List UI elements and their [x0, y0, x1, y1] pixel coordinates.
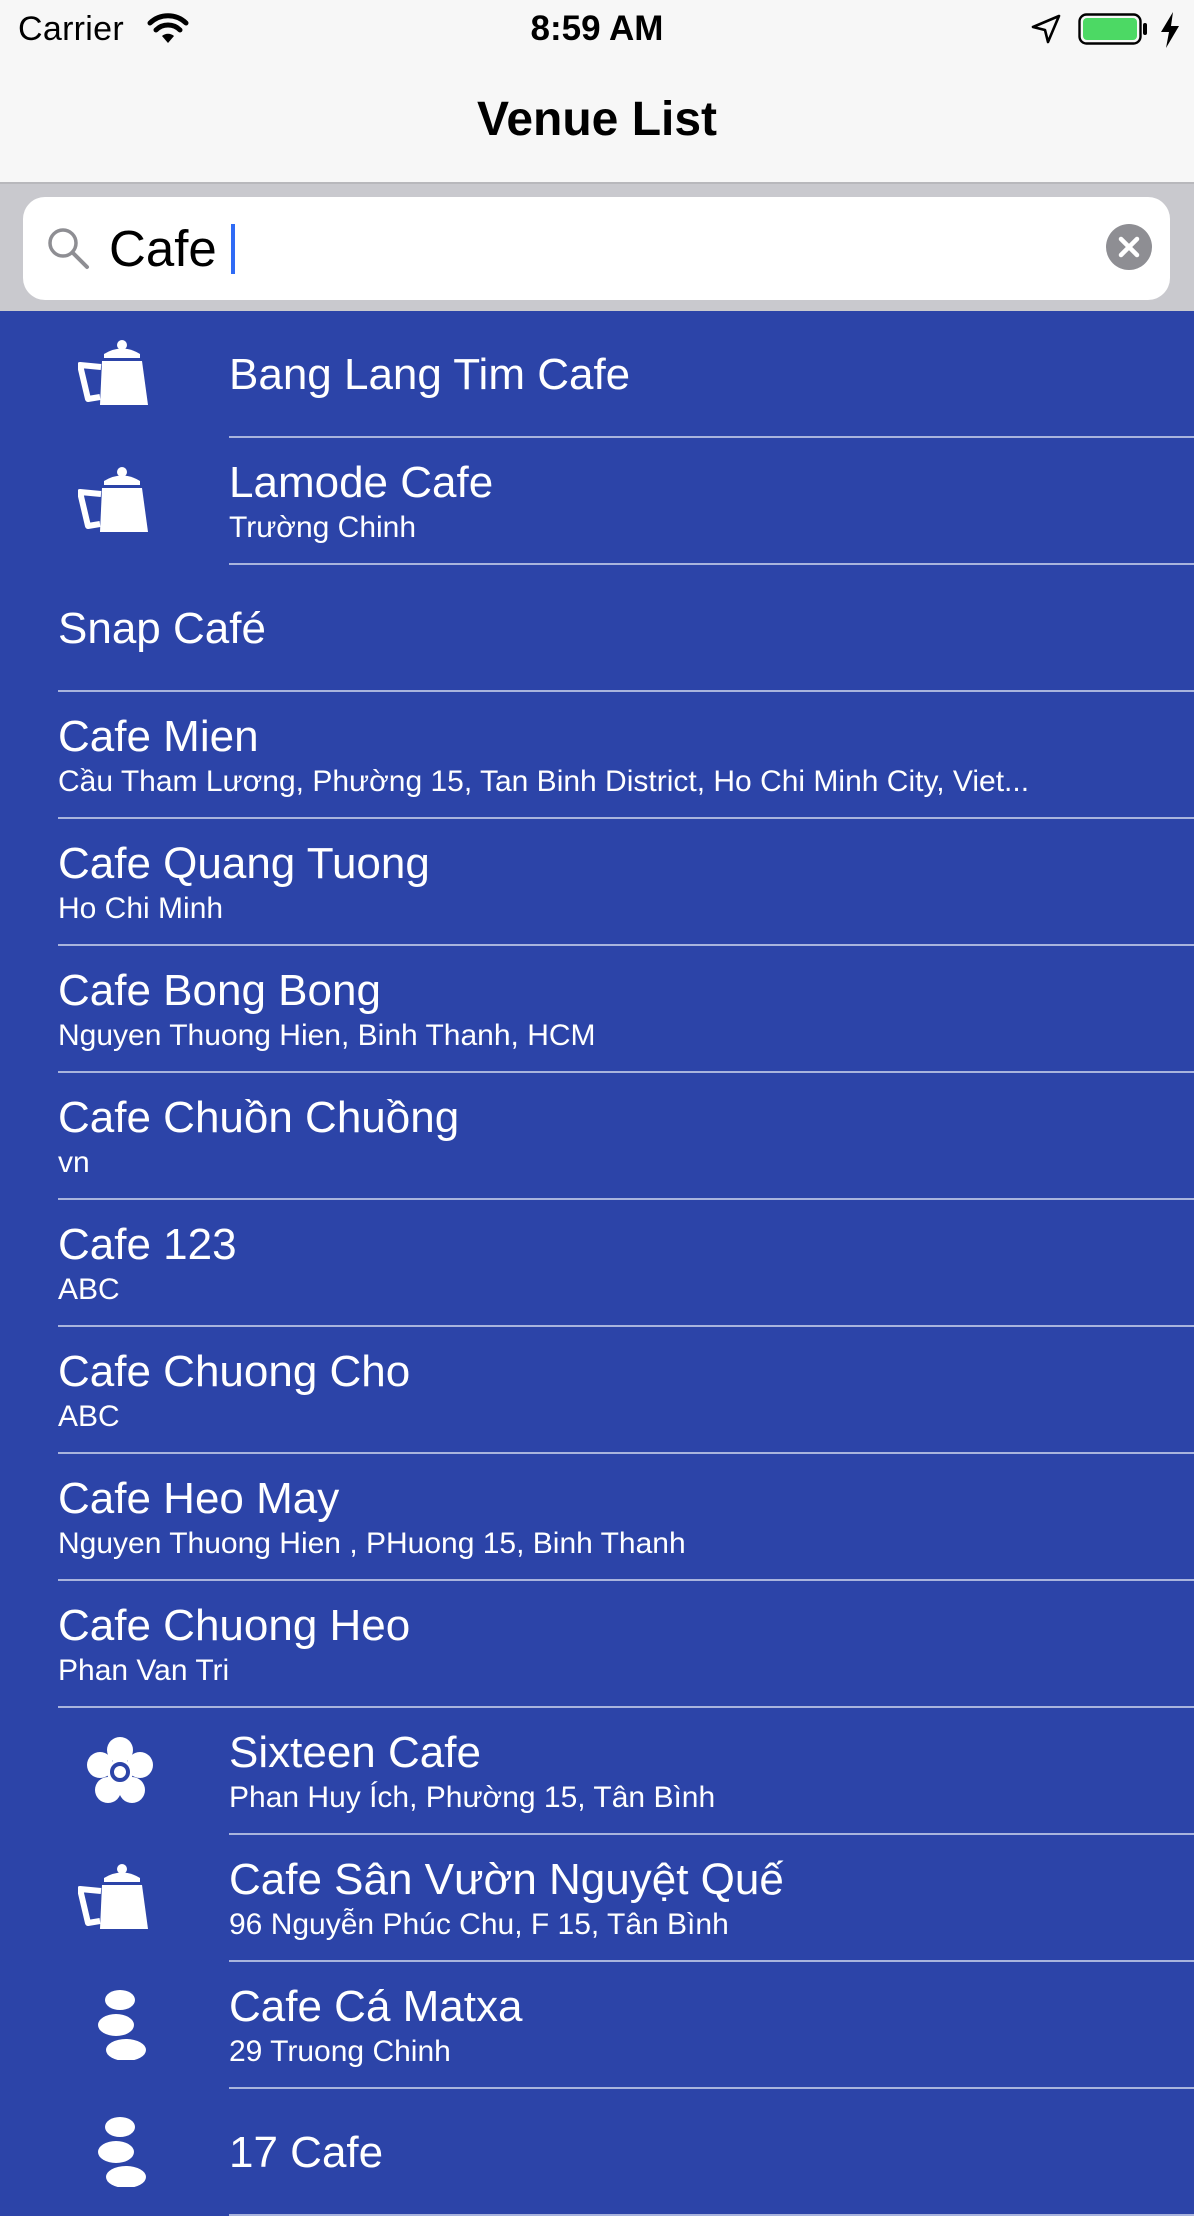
- venue-name: Lamode Cafe: [229, 457, 494, 507]
- venue-text: Bang Lang Tim Cafe: [229, 311, 1194, 438]
- status-time: 8:59 AM: [530, 9, 664, 48]
- stones-icon: [78, 2117, 162, 2188]
- venue-address: 29 Truong Chinh: [229, 2034, 451, 2068]
- venue-text: Lamode Cafe Trường Chinh: [229, 438, 1194, 565]
- location-arrow-icon: [1031, 14, 1061, 44]
- list-item[interactable]: Cafe Cá Matxa 29 Truong Chinh: [0, 1962, 1194, 2089]
- venue-text: Cafe Mien Cầu Tham Lương, Phường 15, Tan …: [58, 692, 1194, 819]
- venue-text: Cafe Cá Matxa 29 Truong Chinh: [229, 1962, 1194, 2089]
- venue-name: Cafe Heo May: [58, 1473, 340, 1523]
- flower-icon: [78, 1736, 162, 1806]
- venue-name: Cafe Mien: [58, 711, 259, 761]
- venue-text: Cafe Chuồn Chuồng vn: [58, 1073, 1194, 1200]
- venue-address: Trường Chinh: [229, 510, 417, 544]
- venue-name: Sixteen Cafe: [229, 1727, 481, 1777]
- list-item[interactable]: Cafe Chuồn Chuồng vn: [0, 1073, 1194, 1200]
- battery-icon: [1078, 13, 1147, 45]
- venue-name: Cafe Chuồn Chuồng: [58, 1092, 460, 1142]
- list-item[interactable]: 17 Cafe: [0, 2089, 1194, 2216]
- venue-address: 96 Nguyễn Phúc Chu, F 15, Tân Bình: [229, 1907, 729, 1941]
- venue-name: Bang Lang Tim Cafe: [229, 349, 631, 399]
- venue-text: Sixteen Cafe Phan Huy Ích, Phường 15, Tân…: [229, 1708, 1194, 1835]
- venue-name: Cafe Chuong Heo: [58, 1600, 411, 1650]
- search-field[interactable]: [23, 197, 1170, 300]
- venue-text: Cafe Chuong Heo Phan Van Tri: [58, 1581, 1194, 1708]
- charging-bolt-icon: [1161, 12, 1179, 48]
- venue-text: Snap Café: [58, 565, 1194, 692]
- venue-text: Cafe 123 ABC: [58, 1200, 1194, 1327]
- venue-name: Cafe Bong Bong: [58, 965, 381, 1015]
- list-item[interactable]: Cafe 123 ABC: [0, 1200, 1194, 1327]
- navigation-bar: Venue List: [0, 60, 1194, 184]
- venue-address: Phan Huy Ích, Phường 15, Tân Bình: [229, 1780, 716, 1814]
- venue-text: Cafe Chuong Cho ABC: [58, 1327, 1194, 1454]
- status-bar: Carrier 8:59 AM: [0, 0, 1194, 60]
- search-icon: [48, 228, 89, 269]
- venue-address: vn: [58, 1145, 90, 1179]
- list-item[interactable]: Lamode Cafe Trường Chinh: [0, 438, 1194, 565]
- list-item[interactable]: Cafe Quang Tuong Ho Chi Minh: [0, 819, 1194, 946]
- list-item[interactable]: Cafe Chuong Cho ABC: [0, 1327, 1194, 1454]
- venue-address: Phan Van Tri: [58, 1653, 230, 1687]
- venue-address: Nguyen Thuong Hien, Binh Thanh, HCM: [58, 1018, 596, 1052]
- list-item[interactable]: Cafe Chuong Heo Phan Van Tri: [0, 1581, 1194, 1708]
- venue-name: Cafe Chuong Cho: [58, 1346, 411, 1396]
- teapot-icon: [77, 1863, 162, 1933]
- stones-icon: [78, 1990, 162, 2061]
- venue-text: Cafe Bong Bong Nguyen Thuong Hien, Binh T…: [58, 946, 1194, 1073]
- venue-name: 17 Cafe: [229, 2127, 384, 2177]
- list-item[interactable]: Bang Lang Tim Cafe: [0, 311, 1194, 438]
- list-item[interactable]: Cafe Mien Cầu Tham Lương, Phường 15, Tan …: [0, 692, 1194, 819]
- venue-name: Cafe 123: [58, 1219, 237, 1269]
- venue-name: Cafe Sân Vườn Nguyệt Quế: [229, 1854, 784, 1904]
- venue-text: Cafe Heo May Nguyen Thuong Hien , PHuong …: [58, 1454, 1194, 1581]
- teapot-icon: [77, 466, 162, 536]
- venue-name: Snap Café: [58, 603, 266, 653]
- venue-list: Bang Lang Tim Cafe Lamode Cafe Trường Chin…: [0, 311, 1194, 2216]
- venue-address: Cầu Tham Lương, Phường 15, Tan Binh Dist…: [58, 764, 1030, 798]
- venue-address: ABC: [58, 1272, 120, 1306]
- list-item[interactable]: Sixteen Cafe Phan Huy Ích, Phường 15, Tân…: [0, 1708, 1194, 1835]
- page-title: Venue List: [476, 93, 718, 146]
- list-item[interactable]: Snap Café: [0, 565, 1194, 692]
- list-item[interactable]: Cafe Bong Bong Nguyen Thuong Hien, Binh T…: [0, 946, 1194, 1073]
- search-input[interactable]: [109, 211, 1009, 285]
- clear-search-icon[interactable]: [1105, 223, 1153, 271]
- list-item[interactable]: Cafe Sân Vườn Nguyệt Quế 96 Nguyễn Phúc C…: [0, 1835, 1194, 1962]
- venue-address: Ho Chi Minh: [58, 891, 224, 925]
- search-bar: [0, 184, 1194, 311]
- venue-text: 17 Cafe: [229, 2089, 1194, 2216]
- text-caret: [231, 224, 235, 274]
- teapot-icon: [77, 339, 162, 409]
- venue-address: ABC: [58, 1399, 120, 1433]
- list-item[interactable]: Cafe Heo May Nguyen Thuong Hien , PHuong …: [0, 1454, 1194, 1581]
- venue-text: Cafe Quang Tuong Ho Chi Minh: [58, 819, 1194, 946]
- venue-text: Cafe Sân Vườn Nguyệt Quế 96 Nguyễn Phúc C…: [229, 1835, 1194, 1962]
- venue-name: Cafe Cá Matxa: [229, 1981, 523, 2031]
- venue-name: Cafe Quang Tuong: [58, 838, 430, 888]
- venue-address: Nguyen Thuong Hien , PHuong 15, Binh Tha…: [58, 1526, 686, 1560]
